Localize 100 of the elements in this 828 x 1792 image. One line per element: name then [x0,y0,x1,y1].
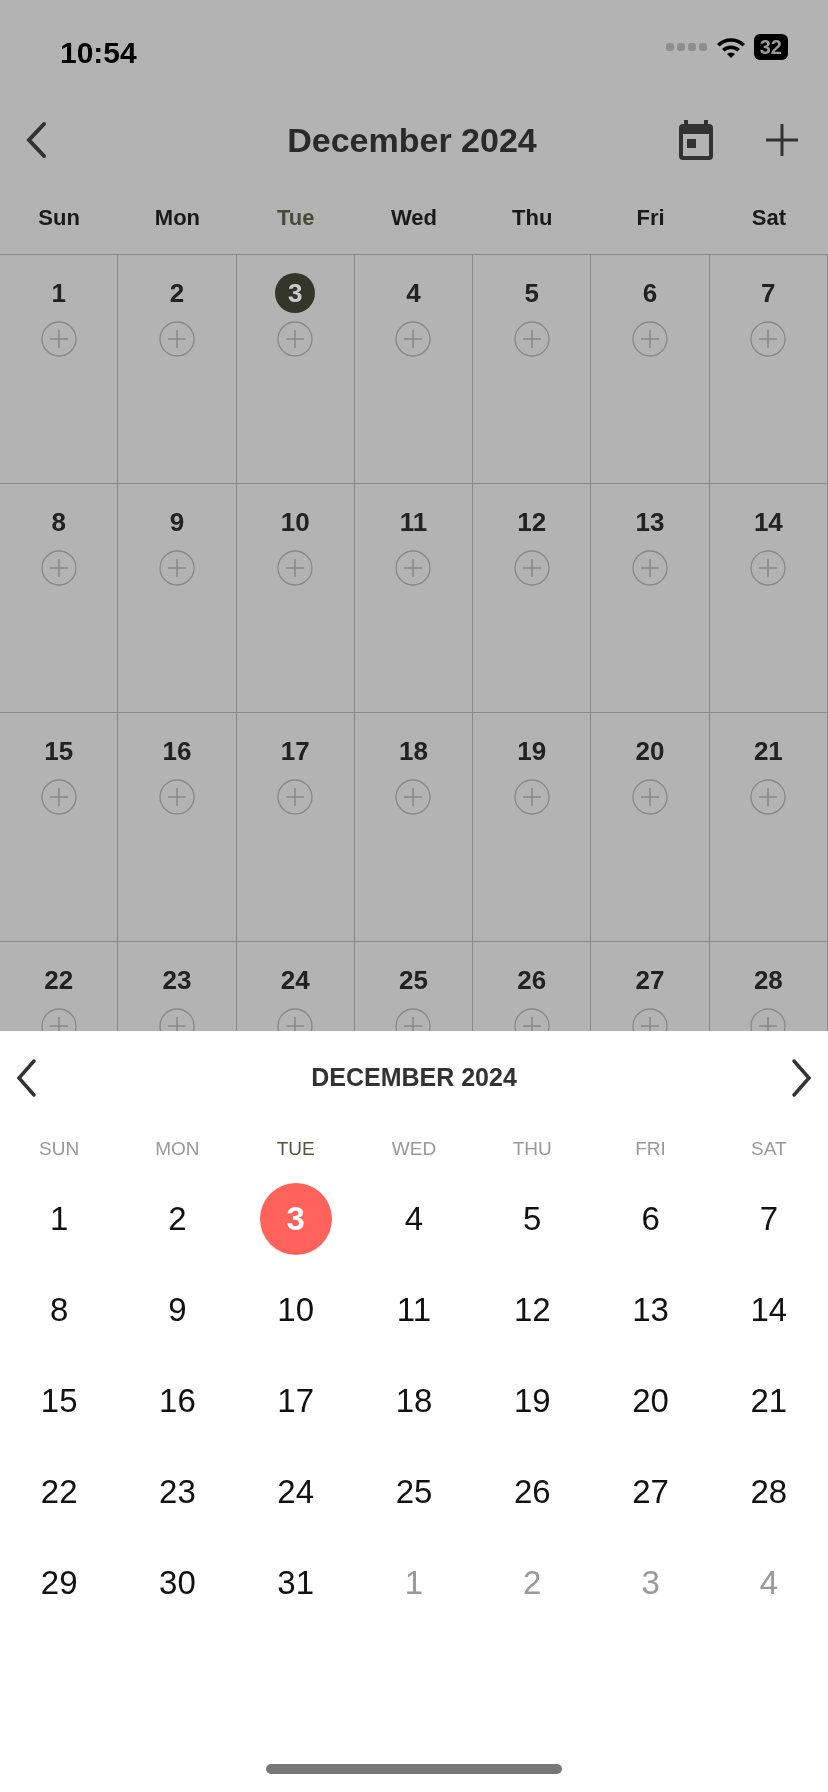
day-cell[interactable]: 9 [118,484,237,713]
weekday-label: FRI [635,1137,666,1159]
previous-month-icon[interactable] [14,1058,38,1098]
add-event-icon[interactable] [158,321,195,357]
date-button[interactable]: 17 [259,1364,332,1437]
date-button[interactable]: 20 [614,1364,687,1437]
add-event-icon[interactable] [750,779,787,815]
day-number: 9 [168,506,186,539]
add-event-icon[interactable] [632,550,669,586]
date-button[interactable]: 12 [496,1273,569,1346]
add-event-icon[interactable] [395,779,432,815]
weekday-label: SUN [39,1137,80,1159]
date-button[interactable]: 10 [259,1273,332,1346]
home-indicator[interactable] [266,1764,562,1774]
date-button[interactable]: 23 [141,1455,214,1528]
day-cell[interactable]: 14 [709,484,828,713]
day-cell[interactable]: 15 [0,713,119,942]
date-button[interactable]: 4 [378,1182,450,1255]
weekday-label: Mon [154,204,200,230]
date-button[interactable]: 30 [141,1546,214,1619]
add-event-icon[interactable] [40,779,77,815]
day-cell[interactable]: 3 [236,255,355,484]
day-number: 5 [523,277,540,310]
day-number: 24 [279,964,311,997]
date-button[interactable]: 29 [23,1546,96,1619]
date-button[interactable]: 25 [378,1455,450,1528]
day-cell[interactable]: 1 [0,255,119,484]
date-button[interactable]: 2 [141,1182,214,1255]
date-button[interactable]: 22 [23,1455,96,1528]
date-button[interactable]: 13 [614,1273,687,1346]
add-event-icon[interactable] [632,321,669,357]
date-button[interactable]: 19 [496,1364,569,1437]
date-button[interactable]: 5 [496,1182,569,1255]
day-cell[interactable]: 17 [236,713,355,942]
day-cell[interactable]: 21 [709,713,828,942]
add-event-icon[interactable] [750,550,787,586]
day-number: 12 [516,506,548,539]
day-number: 20 [634,735,666,768]
add-event-icon[interactable] [513,779,550,815]
add-event-icon[interactable] [513,321,550,357]
day-number: 6 [641,277,659,310]
add-icon[interactable] [764,122,800,158]
day-number: 1 [50,277,67,310]
date-button[interactable]: 28 [732,1455,805,1528]
day-number: 28 [752,964,784,997]
day-number: 2 [168,277,186,310]
day-cell[interactable]: 7 [709,255,828,484]
date-button[interactable]: 7 [732,1182,805,1255]
add-event-icon[interactable] [277,779,314,815]
day-number: 14 [752,506,784,539]
day-number: 23 [161,964,193,997]
add-event-icon[interactable] [158,550,195,586]
add-event-icon[interactable] [750,321,787,357]
day-cell[interactable]: 4 [354,255,474,484]
weekday-label: Thu [512,204,553,230]
date-button[interactable]: 14 [732,1273,805,1346]
date-button[interactable]: 15 [23,1364,96,1437]
date-button[interactable]: 1 [23,1182,96,1255]
day-cell[interactable]: 20 [591,713,710,942]
weekday-label: WED [391,1137,437,1159]
date-button[interactable]: 18 [378,1364,450,1437]
day-number: 25 [398,964,429,997]
day-cell[interactable]: 13 [591,484,710,713]
date-button[interactable]: 27 [614,1455,687,1528]
date-button[interactable]: 24 [259,1455,332,1528]
weekday-label: MON [155,1137,200,1159]
add-event-icon[interactable] [513,550,550,586]
add-event-icon[interactable] [395,321,432,357]
day-number: 17 [279,735,311,768]
day-number: 21 [752,735,784,768]
date-button[interactable]: 26 [496,1455,569,1528]
day-cell[interactable]: 12 [473,484,592,713]
date-button[interactable]: 8 [23,1273,96,1346]
date-button[interactable]: 16 [141,1364,214,1437]
calendar-icon[interactable] [676,118,716,162]
day-cell[interactable]: 5 [473,255,592,484]
add-event-icon[interactable] [40,550,77,586]
date-button[interactable]: 6 [614,1182,687,1255]
day-cell[interactable]: 10 [236,484,355,713]
date-button[interactable]: 31 [259,1546,332,1619]
day-cell[interactable]: 6 [591,255,710,484]
day-cell[interactable]: 11 [354,484,474,713]
day-cell[interactable]: 18 [354,713,474,942]
add-event-icon[interactable] [277,321,314,357]
day-cell[interactable]: 8 [0,484,119,713]
add-event-icon[interactable] [632,779,669,815]
add-event-icon[interactable] [395,550,432,586]
day-cell[interactable]: 16 [118,713,237,942]
day-cell[interactable]: 2 [118,255,237,484]
signal-icon [665,42,708,52]
add-event-icon[interactable] [158,779,195,815]
next-month-icon[interactable] [790,1058,814,1098]
picker-title: DECEMBER 2024 [311,1062,517,1094]
date-button[interactable]: 21 [732,1364,805,1437]
add-event-icon[interactable] [277,550,314,586]
date-button[interactable]: 9 [141,1273,214,1346]
date-button[interactable]: 11 [378,1273,450,1346]
day-cell[interactable]: 19 [473,713,592,942]
back-icon[interactable] [24,121,48,159]
add-event-icon[interactable] [40,321,77,357]
